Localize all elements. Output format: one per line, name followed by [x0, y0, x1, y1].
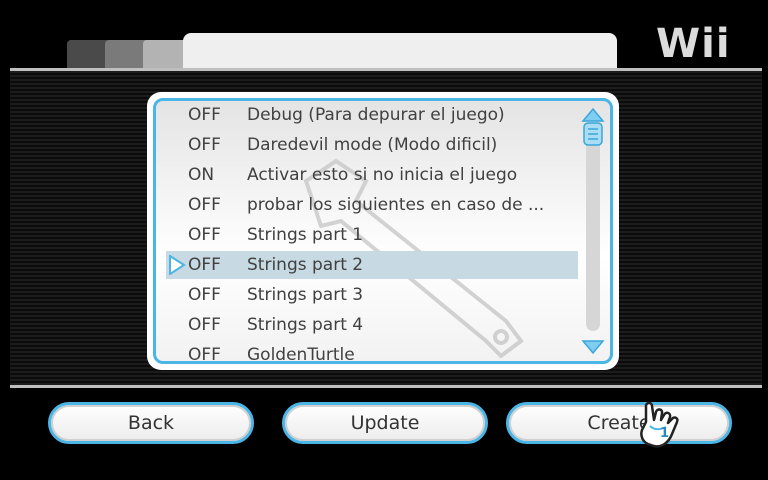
cursor-player-number: 1 [660, 426, 670, 441]
list-item-label: probar los siguientes en caso de ... [247, 195, 545, 215]
list-item-state: OFF [188, 105, 221, 125]
wii-logo: Wii [656, 21, 731, 67]
triangle-right-icon [169, 255, 186, 275]
list-item-label: Debug (Para depurar el juego) [247, 105, 505, 125]
list-item[interactable]: OFF probar los siguientes en caso de ... [166, 191, 578, 219]
list-item-label: Strings part 1 [247, 225, 364, 245]
list-scrollbar[interactable] [580, 107, 606, 355]
scroll-down-arrow-icon[interactable] [580, 339, 606, 355]
list-item-state: OFF [188, 285, 221, 305]
list-item-selected[interactable]: OFF Strings part 2 [166, 251, 578, 279]
list-item-state: OFF [188, 195, 221, 215]
list-item[interactable]: OFF Daredevil mode (Modo dificil) [166, 131, 578, 159]
list-item-state: ON [188, 165, 215, 185]
cheat-list-frame: OFF Debug (Para depurar el juego) OFF Da… [153, 98, 613, 364]
header-title-tab [183, 33, 617, 68]
list-item-state: OFF [188, 135, 221, 155]
list-item[interactable]: OFF GoldenTurtle [166, 341, 578, 364]
list-item[interactable]: OFF Strings part 4 [166, 311, 578, 339]
wii-hand-cursor-icon: 1 [636, 400, 696, 452]
list-item-label: GoldenTurtle [247, 345, 355, 364]
list-item-label: Activar esto si no inicia el juego [247, 165, 518, 185]
list-item[interactable]: ON Activar esto si no inicia el juego [166, 161, 578, 189]
list-item-label: Strings part 4 [247, 315, 364, 335]
create-button[interactable]: Create [506, 402, 732, 444]
scroll-track[interactable] [586, 131, 600, 331]
list-item-label: Daredevil mode (Modo dificil) [247, 135, 498, 155]
list-item-label: Strings part 2 [247, 255, 364, 275]
list-item-state: OFF [188, 255, 221, 275]
list-item[interactable]: OFF Strings part 1 [166, 221, 578, 249]
list-item[interactable]: OFF Strings part 3 [166, 281, 578, 309]
list-item-label: Strings part 3 [247, 285, 364, 305]
list-item-state: OFF [188, 345, 221, 364]
scroll-up-arrow-icon[interactable] [580, 107, 606, 147]
list-item-state: OFF [188, 315, 221, 335]
wii-channel-screen: Wii OFF Debug (Para depurar el juego) OF… [0, 0, 768, 480]
update-button[interactable]: Update [282, 402, 488, 444]
list-item[interactable]: OFF Debug (Para depurar el juego) [166, 101, 578, 129]
cheat-list-panel: OFF Debug (Para depurar el juego) OFF Da… [147, 92, 619, 370]
list-item-state: OFF [188, 225, 221, 245]
back-button[interactable]: Back [48, 402, 254, 444]
